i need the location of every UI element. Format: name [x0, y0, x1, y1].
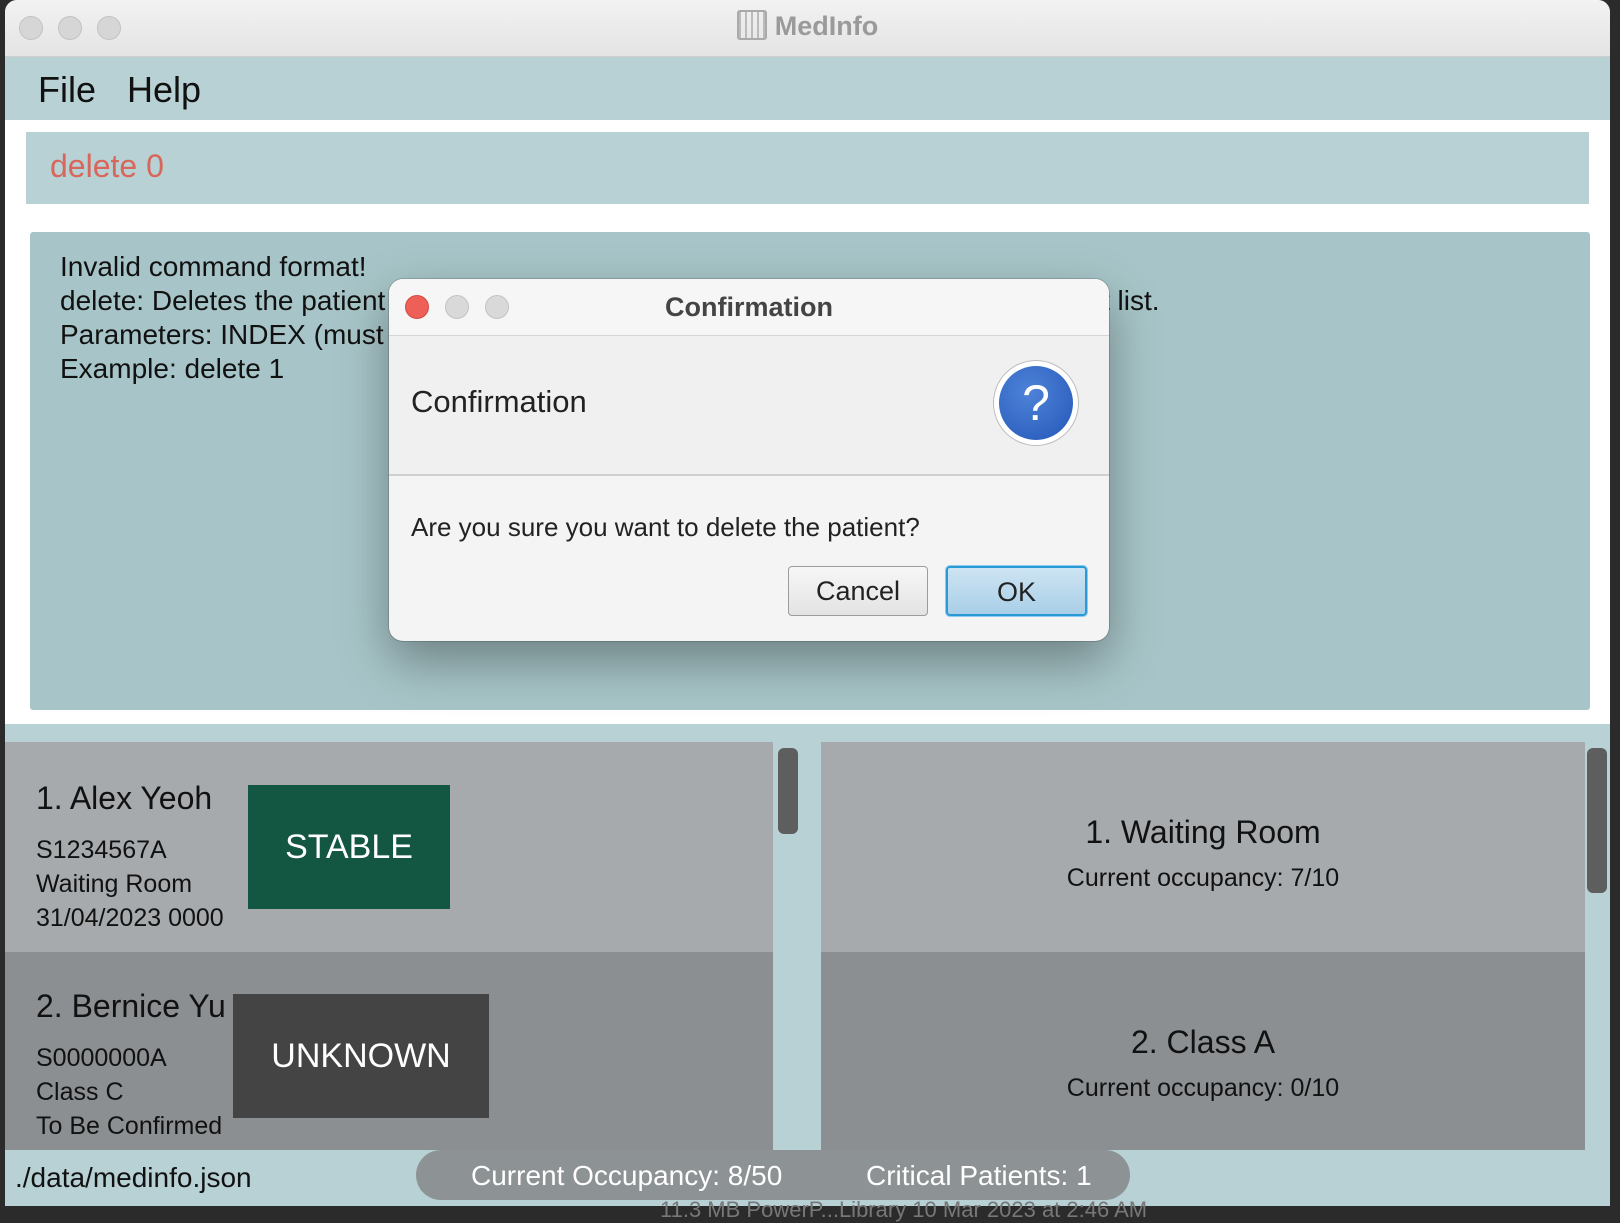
ward-list-scrollbar[interactable]	[1587, 748, 1607, 893]
menu-help[interactable]: Help	[127, 69, 201, 111]
patient-card[interactable]: 1. Alex Yeoh S1234567A Waiting Room 31/0…	[5, 742, 773, 952]
ward-list[interactable]: 1. Waiting Room Current occupancy: 7/10 …	[821, 742, 1585, 1150]
dialog-title: Confirmation	[665, 292, 833, 322]
patient-ward: Waiting Room	[36, 870, 193, 898]
save-file-path: ./data/medinfo.json	[15, 1162, 252, 1193]
patient-card[interactable]: 2. Bernice Yu S0000000A Class C To Be Co…	[5, 952, 773, 1150]
patient-nric: S1234567A	[36, 836, 167, 864]
hospital-icon	[736, 10, 767, 40]
background-window-text: 11.3 MB PowerP...Library 10 Mar 2023 at …	[660, 1197, 1148, 1222]
menu-file[interactable]: File	[38, 69, 96, 111]
patient-nric: S0000000A	[36, 1044, 167, 1072]
patient-list[interactable]: 1. Alex Yeoh S1234567A Waiting Room 31/0…	[5, 742, 773, 1150]
ok-button[interactable]: OK	[946, 566, 1087, 616]
patient-list-scrollbar[interactable]	[778, 748, 798, 834]
dialog-header: Confirmation ?	[389, 336, 1109, 476]
ward-occupancy: Current occupancy: 7/10	[1066, 864, 1340, 892]
command-input[interactable]: delete 0	[26, 132, 1589, 204]
status-badge: STABLE	[248, 785, 450, 909]
menu-bar: File Help	[5, 57, 1610, 119]
window-title: MedInfo	[5, 10, 1610, 42]
patient-discharge: 31/04/2023 0000	[36, 904, 224, 932]
confirmation-dialog: Confirmation Confirmation ? Are you sure…	[389, 279, 1109, 641]
patient-name: 1. Alex Yeoh	[36, 780, 213, 816]
separator	[5, 724, 1610, 742]
window-titlebar: MedInfo	[5, 0, 1610, 57]
ward-occupancy: Current occupancy: 0/10	[1066, 1074, 1340, 1102]
critical-stat: Critical Patients: 1	[866, 1160, 1092, 1191]
patient-ward: Class C	[36, 1078, 124, 1106]
ward-name: 1. Waiting Room	[1085, 814, 1321, 850]
cancel-button[interactable]: Cancel	[788, 566, 928, 616]
occupancy-stat: Current Occupancy: 8/50	[471, 1160, 783, 1191]
status-badge: UNKNOWN	[233, 994, 489, 1118]
app-window: MedInfo File Help delete 0 Invalid comma…	[5, 0, 1610, 1206]
ward-name: 2. Class A	[1130, 1024, 1276, 1060]
patient-discharge: To Be Confirmed	[36, 1112, 223, 1140]
dialog-message: Are you sure you want to delete the pati…	[411, 512, 920, 542]
patient-name: 2. Bernice Yu	[36, 988, 226, 1024]
stats-pill: Current Occupancy: 8/50 Critical Patient…	[416, 1150, 1130, 1200]
result-line-tail: t list.	[1102, 285, 1160, 316]
question-icon: ?	[993, 360, 1079, 446]
ward-card[interactable]: 1. Waiting Room Current occupancy: 7/10	[821, 742, 1585, 952]
dialog-header-text: Confirmation	[411, 384, 587, 419]
question-glyph: ?	[999, 366, 1073, 440]
ward-card[interactable]: 2. Class A Current occupancy: 0/10	[821, 952, 1585, 1150]
dialog-titlebar: Confirmation	[389, 279, 1109, 336]
